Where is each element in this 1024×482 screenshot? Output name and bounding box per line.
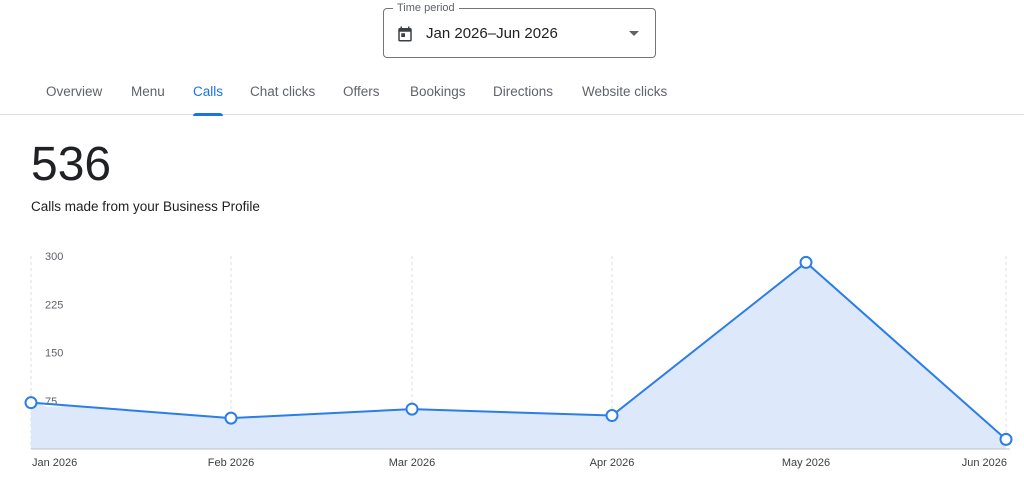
calls-chart: 300 225 150 75 Jan 2026 Feb 2026 Mar 2026 Apr 2… [24,251,1013,469]
y-tick-300: 300 [45,251,63,263]
tab-calls[interactable]: Calls [193,70,224,116]
data-point-2 [224,411,238,425]
tab-website-clicks[interactable]: Website clicks [582,70,667,115]
data-point-1 [24,396,38,410]
x-tick-5: May 2026 [782,457,830,469]
time-period-label: Time period [393,1,459,15]
tab-menu[interactable]: Menu [131,70,165,115]
time-period-select[interactable]: Time period Jan 2026–Jun 2026 [383,1,656,58]
arrow-drop-down-icon [629,31,639,36]
calendar-icon [398,26,412,42]
data-point-6 [999,432,1013,446]
y-tick-225: 225 [45,299,63,311]
calls-total: 536 [31,138,112,191]
x-tick-2: Feb 2026 [208,457,254,469]
data-point-4 [605,409,619,423]
data-point-3 [405,402,419,416]
metric-tabs: Overview Menu Calls Chat clicks Offers B… [0,70,1024,116]
x-tick-1: Jan 2026 [32,457,77,469]
time-period-value: Jan 2026–Jun 2026 [426,25,558,42]
tab-offers[interactable]: Offers [343,70,380,115]
y-tick-150: 150 [45,348,63,360]
y-tick-75: 75 [45,396,57,408]
x-tick-4: Apr 2026 [590,457,635,469]
performance-page: Time period Jan 2026–Jun 2026 Overview M… [0,0,1024,482]
tab-bookings[interactable]: Bookings [410,70,466,115]
calls-caption: Calls made from your Business Profile [31,199,260,214]
x-tick-6: Jun 2026 [962,457,1007,469]
tab-directions[interactable]: Directions [493,70,553,115]
x-tick-3: Mar 2026 [389,457,435,469]
tab-overview[interactable]: Overview [46,70,102,115]
tab-chat-clicks[interactable]: Chat clicks [250,70,315,115]
data-point-5 [799,255,813,269]
calls-area [31,262,1006,449]
